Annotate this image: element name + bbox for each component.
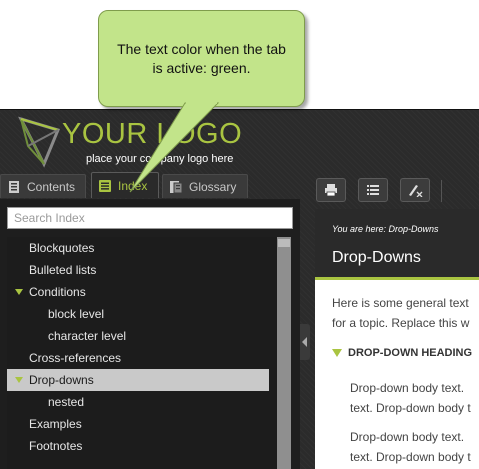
index-item-label: Bulleted lists <box>29 263 97 277</box>
index-item-label: character level <box>48 329 127 343</box>
dropdown-triangle-icon <box>332 349 342 358</box>
intro-line-2: for a topic. Replace this w <box>332 316 470 330</box>
dropdown-body-1: Drop-down body text. text. Drop-down bod… <box>350 378 479 418</box>
index-item-label: Examples <box>29 417 82 431</box>
index-item-label: block level <box>48 307 105 321</box>
page-title: Drop-Downs <box>315 241 479 280</box>
index-item-label: Footnotes <box>29 439 83 453</box>
index-item-label: Drop-downs <box>29 373 94 387</box>
search-wrap <box>7 207 293 229</box>
index-pane: Blockquotes Bulleted lists Conditions bl… <box>0 199 300 469</box>
breadcrumb: You are here: Drop-Downs <box>315 209 479 241</box>
index-item-conditions[interactable]: Conditions <box>7 281 269 303</box>
dropdown-heading[interactable]: DROP-DOWN HEADING <box>332 347 472 359</box>
expanded-triangle-icon[interactable] <box>15 377 23 383</box>
dropdown-body-2: Drop-down body text. text. Drop-down bod… <box>350 427 479 467</box>
index-subitem-character-level[interactable]: character level <box>7 325 269 347</box>
dropdown-body-line: Drop-down body text. <box>350 430 465 444</box>
search-index-input[interactable] <box>7 207 293 229</box>
topic-content: You are here: Drop-Downs Drop-Downs Here… <box>315 209 479 469</box>
index-item-label: Blockquotes <box>29 241 95 255</box>
index-item-label: Cross-references <box>29 351 122 365</box>
index-item-cross-references[interactable]: Cross-references <box>7 347 269 369</box>
index-item-bulleted-lists[interactable]: Bulleted lists <box>7 259 269 281</box>
index-item-label: nested <box>48 395 85 409</box>
index-item-footnotes[interactable]: Footnotes <box>7 435 269 457</box>
index-subitem-block-level[interactable]: block level <box>7 303 269 325</box>
dropdown-heading-label: DROP-DOWN HEADING <box>348 347 473 359</box>
index-scrollbar[interactable] <box>277 237 291 469</box>
index-item-drop-downs[interactable]: Drop-downs <box>7 369 269 391</box>
index-item-blockquotes[interactable]: Blockquotes <box>7 237 269 259</box>
dropdown-body-line: text. Drop-down body t <box>350 401 471 415</box>
index-item-examples[interactable]: Examples <box>7 413 269 435</box>
expanded-triangle-icon[interactable] <box>15 289 23 295</box>
collapse-pane-handle[interactable] <box>300 324 310 360</box>
intro-text: Here is some general text for a topic. R… <box>332 293 479 333</box>
index-item-label: Conditions <box>29 285 86 299</box>
scrollbar-thumb[interactable] <box>278 239 290 247</box>
intro-line-1: Here is some general text <box>332 296 469 310</box>
dropdown-body-line: Drop-down body text. <box>350 381 465 395</box>
index-subitem-nested[interactable]: nested <box>7 391 269 413</box>
callout-tail <box>129 102 220 193</box>
dropdown-body-line: text. Drop-down body t <box>350 450 471 464</box>
index-list: Blockquotes Bulleted lists Conditions bl… <box>7 237 291 469</box>
